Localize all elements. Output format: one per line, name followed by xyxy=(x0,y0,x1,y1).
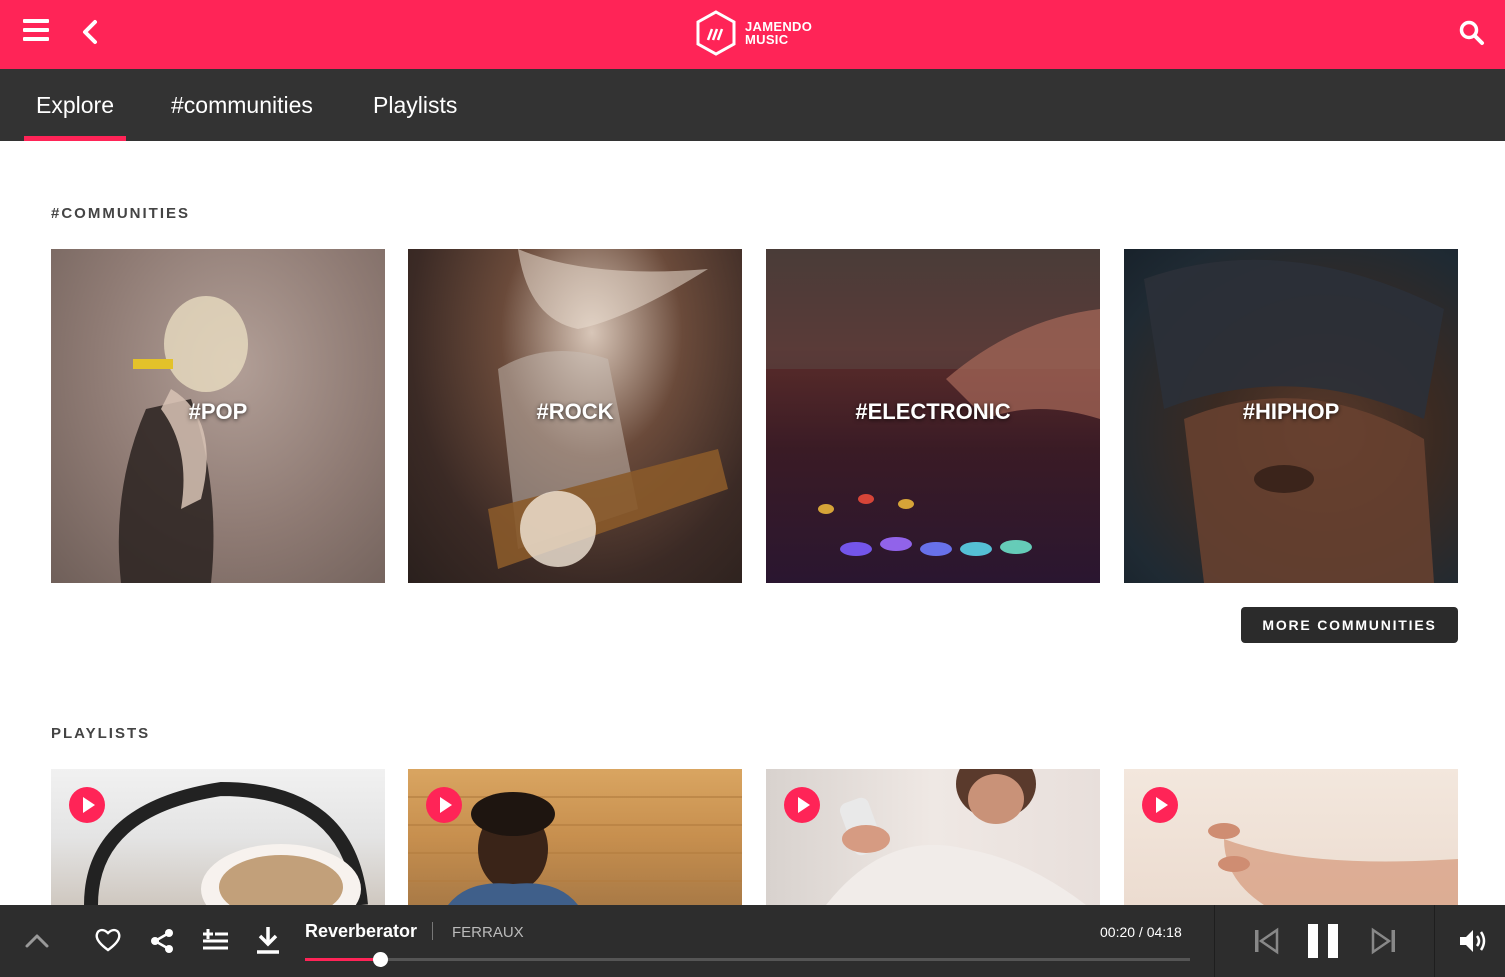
pause-icon[interactable] xyxy=(1305,922,1341,960)
skip-next-icon[interactable] xyxy=(1370,927,1398,955)
play-icon[interactable] xyxy=(426,787,462,823)
community-card-electronic[interactable]: #ELECTRONIC xyxy=(766,249,1100,583)
playlist-card[interactable] xyxy=(51,769,385,905)
player-divider xyxy=(1214,905,1215,977)
community-label: #ELECTRONIC xyxy=(855,399,1011,424)
chevron-left-icon[interactable] xyxy=(80,18,102,46)
community-label: #ROCK xyxy=(536,399,614,424)
community-label: #HIPHOP xyxy=(1242,399,1340,424)
track-artist[interactable]: FERRAUX xyxy=(452,924,524,941)
community-card-rock[interactable]: #ROCK xyxy=(408,249,742,583)
playlist-card[interactable] xyxy=(766,769,1100,905)
playlist-image xyxy=(408,792,742,905)
playlist-card[interactable] xyxy=(408,769,742,905)
community-label: #POP xyxy=(188,399,248,424)
progress-bar[interactable] xyxy=(305,952,1190,967)
player-bar: Reverberator FERRAUX 00:20 / 04:18 xyxy=(0,905,1505,977)
tab-communities[interactable]: #communities xyxy=(171,69,313,141)
playlist-image xyxy=(826,769,1086,905)
heart-icon[interactable] xyxy=(94,927,122,953)
track-title[interactable]: Reverberator xyxy=(305,921,417,942)
tab-bar: Explore #communities Playlists xyxy=(0,69,1505,141)
playlist-image xyxy=(1208,823,1458,905)
community-card-pop[interactable]: #POP xyxy=(51,249,385,583)
communities-section-title: #COMMUNITIES xyxy=(51,205,191,222)
player-divider xyxy=(1434,905,1435,977)
playlists-section-title: PLAYLISTS xyxy=(51,725,151,742)
logo-hexagon-icon xyxy=(696,10,736,56)
skip-previous-icon[interactable] xyxy=(1252,927,1280,955)
share-icon[interactable] xyxy=(148,927,176,955)
more-communities-button[interactable]: MORE COMMUNITIES xyxy=(1241,607,1458,643)
play-icon[interactable] xyxy=(1142,787,1178,823)
playlist-add-icon[interactable] xyxy=(201,927,229,953)
download-icon[interactable] xyxy=(255,925,281,955)
track-time: 00:20 / 04:18 xyxy=(1100,924,1182,940)
play-icon[interactable] xyxy=(784,787,820,823)
jamendo-logo[interactable]: JAMENDO MUSIC xyxy=(695,10,812,56)
logo-text: JAMENDO MUSIC xyxy=(745,20,812,46)
progress-fill xyxy=(305,958,381,961)
community-card-hiphop[interactable]: #HIPHOP xyxy=(1124,249,1458,583)
playlist-image xyxy=(84,781,368,905)
progress-knob[interactable] xyxy=(373,952,389,967)
chevron-up-icon[interactable] xyxy=(24,931,50,951)
track-separator xyxy=(432,922,433,940)
tab-playlists[interactable]: Playlists xyxy=(373,69,457,141)
logo-line2: MUSIC xyxy=(745,32,789,47)
hamburger-icon[interactable] xyxy=(23,19,49,45)
volume-icon[interactable] xyxy=(1458,927,1488,955)
playlist-card[interactable] xyxy=(1124,769,1458,905)
search-icon[interactable] xyxy=(1459,20,1485,46)
play-icon[interactable] xyxy=(69,787,105,823)
top-bar: JAMENDO MUSIC xyxy=(0,0,1505,69)
tab-explore[interactable]: Explore xyxy=(24,69,126,141)
